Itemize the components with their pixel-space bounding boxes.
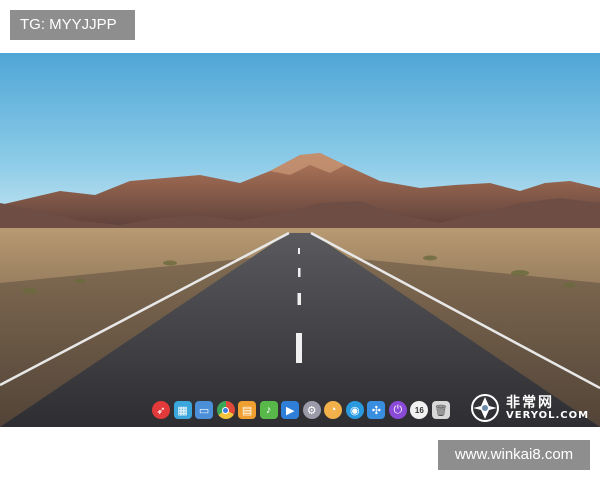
logo-name-en: VERYOL.COM [506,410,590,421]
file-manager-icon[interactable]: ▭ [195,401,214,419]
video-icon[interactable]: ▶ [281,401,300,419]
launcher-icon[interactable]: ➶ [152,401,170,419]
page: TG: MYYJJPP ➶ ▦ ▭ ▤ ♪ ▶ ⚙ ◔ ◉ ✣ ⏻ 16 🗑 非… [0,0,600,480]
watermark-bottom: www.winkai8.com [438,440,590,470]
browser-icon[interactable]: ◉ [345,401,364,419]
calendar-icon[interactable]: 16 [410,401,429,419]
wallpaper [0,53,600,427]
logo-mark-icon [471,394,499,422]
network-icon[interactable]: ✣ [367,401,386,419]
clock-icon[interactable]: ◔ [324,401,343,419]
desktop-screen: ➶ ▦ ▭ ▤ ♪ ▶ ⚙ ◔ ◉ ✣ ⏻ 16 🗑 非常网 VERYOL.CO… [0,53,600,427]
chrome-icon[interactable] [216,401,235,419]
trash-icon[interactable]: 🗑 [431,401,450,419]
power-icon[interactable]: ⏻ [388,401,407,419]
app-store-icon[interactable]: ▤ [238,401,257,419]
watermark-top: TG: MYYJJPP [10,10,135,40]
music-icon[interactable]: ♪ [259,401,278,419]
logo-name-cn: 非常网 [506,395,554,411]
settings-icon[interactable]: ⚙ [302,401,321,419]
dock: ➶ ▦ ▭ ▤ ♪ ▶ ⚙ ◔ ◉ ✣ ⏻ 16 🗑 [148,396,454,424]
desktop-icon[interactable]: ▦ [173,401,192,419]
site-logo: 非常网 VERYOL.COM [470,391,595,425]
